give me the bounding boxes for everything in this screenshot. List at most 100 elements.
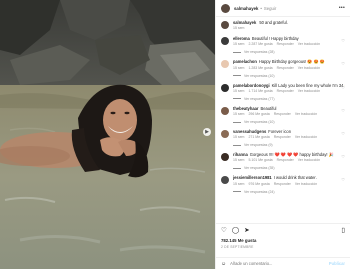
reply-button[interactable]: Responder [274,112,291,116]
comment-text: Happy Birthday gorgeous! 😍 😍 😍 [258,59,325,65]
view-replies-button[interactable]: Ver respuestas (10) [233,120,345,124]
commenter-avatar[interactable] [221,83,229,92]
reply-button[interactable]: Responder [277,158,294,162]
comment-item: vanessahudgens Forever icon 15 sem 271 Me g… [221,129,345,147]
comment-heart-icon[interactable]: ♡ [341,61,345,66]
commenter-avatar[interactable] [221,153,229,162]
comment-username[interactable]: pamelachon [233,59,257,64]
translate-link[interactable]: Ver traducción [298,66,320,70]
post-caption: salmahayek 50 and grateful. 15 sem [221,20,345,30]
view-replies-label: Ver respuestas (35) [244,166,275,171]
comment-text: Forever icon [268,129,291,135]
comment-username[interactable]: thebeatyhaar [233,106,258,111]
comment-time: 15 sem [233,42,245,47]
comment-item: thebeatyhaar Beautiful 15 sem 296 Me gusta R… [221,106,345,124]
view-replies-button[interactable]: Ver respuestas (28) [233,50,345,54]
comment-likes[interactable]: 271 Me gusta [248,135,269,139]
post-sidebar: salmahayek • Seguir ••• salmahayek 50 an… [215,0,350,269]
comment-likes[interactable]: 2.287 Me gusta [248,42,272,46]
comment-username[interactable]: jessiemillerson1981 [233,175,272,180]
view-replies-label: Ver respuestas (9) [244,143,273,148]
view-replies-button[interactable]: Ver respuestas (24) [233,190,345,194]
translate-link[interactable]: Ver traducción [298,42,320,46]
replies-line [233,191,241,193]
comment-item: rihanna Gorgeous !!!! ❤️ ❤️ ❤️ ❤️ happy b… [221,152,345,170]
comment-text: Gorgeous !!!! ❤️ ❤️ ❤️ ❤️ happy birthday… [249,152,334,158]
reply-button[interactable]: Responder [274,135,291,139]
view-replies-button[interactable]: Ver respuestas (77) [233,97,345,101]
view-replies-button[interactable]: Ver respuestas (35) [233,166,345,170]
commenter-avatar[interactable] [221,37,229,46]
caption-username[interactable]: salmahayek [233,20,256,25]
comment-heart-icon[interactable]: ♡ [341,177,345,182]
commenter-avatar[interactable] [221,176,229,185]
commenter-avatar[interactable] [221,130,229,139]
author-username[interactable]: salmahayek [234,6,258,11]
view-replies-label: Ver respuestas (28) [244,50,275,55]
emoji-icon[interactable]: ☺ [221,261,226,267]
bookmark-icon[interactable]: ▯ [341,228,345,235]
comment-text: Beautiful [260,105,277,111]
comment-username[interactable]: pamelabordonoygi [233,83,270,88]
comment-username[interactable]: rihanna [233,152,248,157]
view-replies-label: Ver respuestas (10) [244,73,275,78]
replies-line [233,167,241,169]
comment-heart-icon[interactable]: ♡ [341,108,345,113]
comment-heart-icon[interactable]: ♡ [341,154,345,159]
comment-time: 15 sem [233,88,245,93]
share-icon[interactable]: ➤ [244,228,249,235]
post-photo[interactable]: ▶ [0,0,215,269]
comment-heart-icon[interactable]: ♡ [341,38,345,43]
heart-icon[interactable]: ♡ [221,228,227,235]
view-replies-button[interactable]: Ver respuestas (9) [233,143,345,147]
comment-item: elleroma Beautiful ! Happy birthday 15 sem… [221,36,345,54]
comment-time: 15 sem [233,112,245,117]
translate-link[interactable]: Ver traducción [295,112,317,116]
comment-time: 15 sem [233,158,245,163]
view-replies-button[interactable]: Ver respuestas (10) [233,74,345,78]
reply-button[interactable]: Responder [277,42,294,46]
translate-link[interactable]: Ver traducción [298,158,320,162]
comment-username[interactable]: elleroma [233,36,250,41]
comment-item: jessiemillerson1981 I would drink that wa… [221,175,345,194]
comments-list[interactable]: salmahayek 50 and grateful. 15 sem eller… [216,17,350,223]
reply-button[interactable]: Responder [274,182,291,186]
comment-input[interactable] [230,259,329,268]
view-replies-label: Ver respuestas (77) [244,96,275,101]
commenter-avatar[interactable] [221,60,229,69]
comment-likes[interactable]: 296 Me gusta [248,112,269,116]
comment-heart-icon[interactable]: ♡ [341,131,345,136]
comment-username[interactable]: vanessahudgens [233,129,266,134]
comment-likes[interactable]: 976 Me gusta [248,182,269,186]
more-horizontal-icon[interactable]: ••• [339,5,345,11]
next-slide-button[interactable]: ▶ [203,128,211,136]
translate-link[interactable]: Ver traducción [295,135,317,139]
comment-text: Beautiful ! Happy birthday [251,36,299,42]
follow-button[interactable]: Seguir [264,6,276,11]
commenter-avatar[interactable] [221,106,229,115]
translate-link[interactable]: Ver traducción [298,89,320,93]
replies-line [233,144,241,146]
publish-button[interactable]: Publicar [329,261,345,266]
comment-time: 15 sem [233,181,245,186]
add-comment-bar: ☺ Publicar [216,257,350,269]
author-avatar[interactable] [221,3,230,13]
reply-button[interactable]: Responder [277,66,294,70]
view-replies-label: Ver respuestas (24) [244,189,275,194]
comment-heart-icon[interactable]: ♡ [341,85,345,90]
comment-text: I would drink that water. [273,175,317,181]
translate-link[interactable]: Ver traducción [295,182,317,186]
author-avatar[interactable] [221,21,229,29]
caption-time: 15 sem [233,26,245,31]
comment-likes[interactable]: 1.283 Me gusta [248,66,272,70]
comment-item: pamelabordonoygi Kill Lady you been fine … [221,83,345,101]
reply-button[interactable]: Responder [277,89,294,93]
likes-count[interactable]: 782.145 Me gusta [221,238,345,243]
view-replies-label: Ver respuestas (10) [244,120,275,125]
comment-icon[interactable]: ◯ [232,228,239,235]
comment-time: 15 sem [233,135,245,140]
comment-text: Kill Lady you been fine my whole I'm 34 … [271,82,345,88]
comment-likes[interactable]: 5.101 Me gusta [248,158,272,162]
comment-likes[interactable]: 1.714 Me gusta [248,89,272,93]
post-header: salmahayek • Seguir ••• [216,0,350,17]
